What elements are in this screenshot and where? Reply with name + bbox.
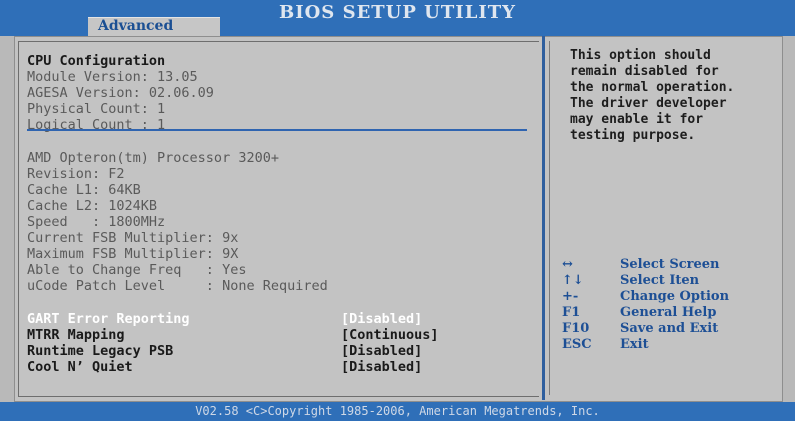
key-label: F10 bbox=[562, 321, 590, 336]
arrows-horizontal-icon: ↔ bbox=[562, 257, 573, 272]
setting-gart-error-reporting[interactable]: GART Error Reporting [Disabled] bbox=[27, 311, 527, 327]
setting-value[interactable]: [Disabled] bbox=[341, 311, 422, 327]
plus-minus-icon: +- bbox=[562, 289, 579, 304]
key-description: Select Screen bbox=[620, 257, 720, 272]
key-save-exit: F10 Save and Exit bbox=[562, 321, 782, 337]
key-label: F1 bbox=[562, 305, 581, 320]
setting-label: Runtime Legacy PSB bbox=[27, 343, 174, 359]
key-label: ESC bbox=[562, 337, 592, 352]
key-exit: ESC Exit bbox=[562, 337, 782, 353]
help-text: This option should remain disabled for t… bbox=[570, 48, 735, 143]
info-line: Module Version: 13.05 bbox=[27, 69, 198, 85]
key-description: Change Option bbox=[620, 289, 730, 304]
processor-line: uCode Patch Level : None Required bbox=[27, 278, 328, 294]
processor-line: Speed : 1800MHz bbox=[27, 214, 166, 230]
status-bar: V02.58 <C>Copyright 1985-2006, American … bbox=[0, 402, 795, 421]
processor-line: Cache L2: 1024KB bbox=[27, 198, 158, 214]
pane-divider bbox=[542, 36, 545, 400]
section-heading: CPU Configuration bbox=[27, 53, 166, 69]
setting-label: GART Error Reporting bbox=[27, 311, 190, 327]
processor-line: AMD Opteron(tm) Processor 3200+ bbox=[27, 150, 279, 166]
key-description: Exit bbox=[620, 337, 649, 352]
key-general-help: F1 General Help bbox=[562, 305, 782, 321]
key-description: Save and Exit bbox=[620, 321, 719, 336]
key-description: Select Iten bbox=[620, 273, 700, 288]
setting-mtrr-mapping[interactable]: MTRR Mapping [Continuous] bbox=[27, 327, 527, 343]
setting-label: Cool N’ Quiet bbox=[27, 359, 133, 375]
processor-line: Current FSB Multiplier: 9x bbox=[27, 230, 239, 246]
setting-label: MTRR Mapping bbox=[27, 327, 125, 343]
copyright-text: V02.58 <C>Copyright 1985-2006, American … bbox=[195, 404, 600, 418]
setting-runtime-legacy-psb[interactable]: Runtime Legacy PSB [Disabled] bbox=[27, 343, 527, 359]
setting-value[interactable]: [Continuous] bbox=[341, 327, 439, 343]
key-select-screen: ↔ Select Screen bbox=[562, 257, 782, 273]
setting-value[interactable]: [Disabled] bbox=[341, 359, 422, 375]
info-line: Physical Count: 1 bbox=[27, 101, 166, 117]
processor-line: Maximum FSB Multiplier: 9X bbox=[27, 246, 239, 262]
key-change-option: +- Change Option bbox=[562, 289, 782, 305]
processor-line: Cache L1: 64KB bbox=[27, 182, 141, 198]
key-select-item: ↑↓ Select Iten bbox=[562, 273, 782, 289]
tab-advanced-label: Advanced bbox=[98, 18, 174, 34]
processor-line: Revision: F2 bbox=[27, 166, 125, 182]
setting-value[interactable]: [Disabled] bbox=[341, 343, 422, 359]
arrows-vertical-icon: ↑↓ bbox=[562, 273, 584, 288]
setting-cool-n-quiet[interactable]: Cool N’ Quiet [Disabled] bbox=[27, 359, 527, 375]
pane-divider-inner bbox=[549, 41, 550, 395]
processor-line: Able to Change Freq : Yes bbox=[27, 262, 247, 278]
info-line: AGESA Version: 02.06.09 bbox=[27, 85, 214, 101]
section-separator bbox=[27, 129, 527, 131]
tab-advanced[interactable]: Advanced bbox=[88, 17, 220, 37]
key-description: General Help bbox=[620, 305, 717, 320]
